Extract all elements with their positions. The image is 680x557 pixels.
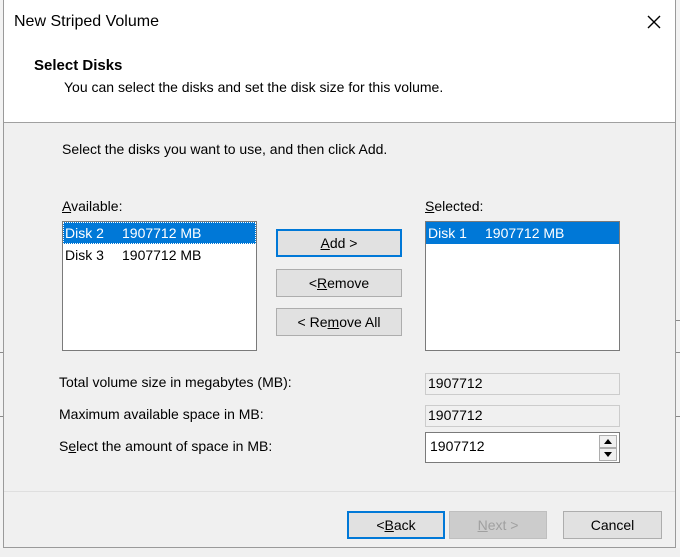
list-item[interactable]: Disk 2 1907712 MB — [63, 222, 256, 244]
remove-all-button[interactable]: < Re m ove All — [276, 308, 402, 336]
remove-button[interactable]: < Remove — [276, 269, 402, 297]
cancel-button[interactable]: Cancel — [563, 511, 662, 539]
amount-spinbox[interactable]: 1907712 — [425, 432, 620, 463]
background-window-bottom — [0, 548, 680, 557]
window-title: New Striped Volume — [14, 13, 159, 30]
amount-label: Select the amount of space in MB: — [59, 438, 273, 454]
wizard-header: Select Disks You can select the disks an… — [4, 46, 675, 123]
background-tick — [676, 416, 680, 417]
total-size-label: Total volume size in megabytes (MB): — [59, 374, 292, 390]
new-striped-volume-dialog: New Striped Volume Select Disks You can … — [3, 0, 676, 548]
chevron-up-icon — [604, 439, 612, 444]
page-subtitle: You can select the disks and set the dis… — [64, 79, 444, 95]
selected-disks-list[interactable]: Disk 1 1907712 MB — [425, 221, 620, 351]
close-button[interactable] — [632, 0, 675, 44]
background-tick — [676, 320, 680, 321]
instructions-text: Select the disks you want to use, and th… — [62, 141, 388, 157]
background-window-right — [676, 0, 680, 557]
background-tick — [676, 352, 680, 353]
max-space-value: 1907712 — [425, 405, 620, 427]
amount-input[interactable]: 1907712 — [430, 438, 485, 454]
spin-up-button[interactable] — [599, 435, 617, 448]
spin-down-button[interactable] — [599, 448, 617, 461]
total-size-value: 1907712 — [425, 373, 620, 395]
available-label: Available: — [62, 198, 123, 214]
next-button[interactable]: Next > — [449, 511, 547, 539]
available-disks-list[interactable]: Disk 2 1907712 MB Disk 3 1907712 MB — [62, 221, 257, 351]
add-button[interactable]: Add > — [276, 229, 402, 257]
back-button[interactable]: < Back — [347, 511, 445, 539]
close-icon — [647, 15, 660, 29]
chevron-down-icon — [604, 452, 612, 457]
page-title: Select Disks — [34, 57, 123, 74]
title-bar: New Striped Volume — [4, 0, 675, 46]
list-item[interactable]: Disk 3 1907712 MB — [63, 244, 256, 266]
max-space-label: Maximum available space in MB: — [59, 406, 264, 422]
selected-label: Selected: — [425, 198, 484, 214]
footer-divider — [4, 491, 675, 492]
list-item[interactable]: Disk 1 1907712 MB — [426, 222, 619, 244]
